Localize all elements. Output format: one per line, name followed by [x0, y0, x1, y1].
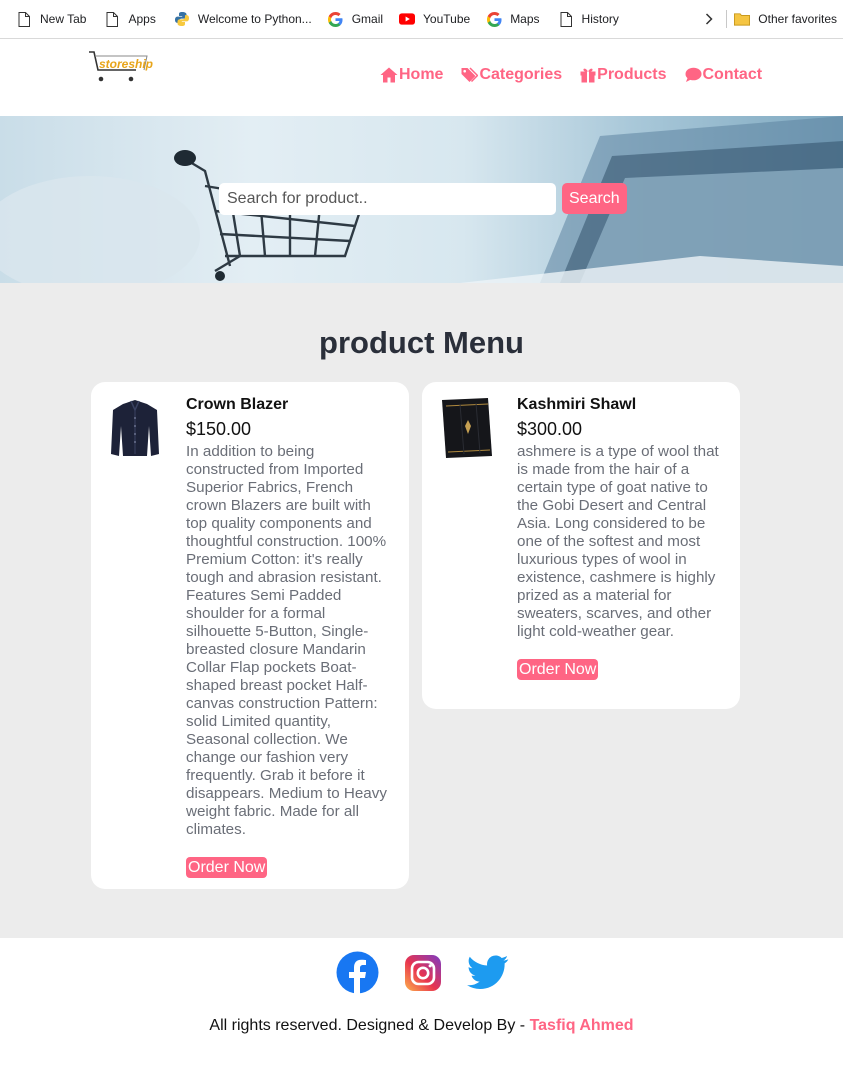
nav-label: Categories [479, 66, 563, 83]
bookmark-gmail[interactable]: Gmail [322, 5, 389, 33]
divider [725, 10, 727, 28]
bookmark-label: Other favorites [758, 12, 837, 26]
nav-categories[interactable]: Categories [461, 66, 562, 84]
chevron-right-icon[interactable] [703, 11, 716, 27]
bookmark-python[interactable]: Welcome to Python... [168, 5, 318, 33]
product-section: product Menu Crown Blazer $150.00 In add… [0, 283, 843, 938]
product-name: Kashmiri Shawl [517, 396, 637, 413]
nav-contact[interactable]: Contact [685, 66, 763, 84]
bookmark-new-tab[interactable]: New Tab [10, 5, 92, 33]
search-input[interactable] [219, 183, 556, 215]
page-icon [16, 11, 32, 27]
bookmark-youtube[interactable]: YouTube [393, 5, 476, 33]
bookmark-label: Welcome to Python... [197, 12, 312, 26]
home-icon [380, 67, 398, 83]
bookmark-label: Apps [128, 12, 156, 26]
bookmark-label: History [581, 12, 619, 26]
product-name: Crown Blazer [186, 396, 289, 413]
blazer-image [107, 396, 163, 460]
youtube-icon [399, 11, 416, 27]
product-details: Crown Blazer $150.00 In addition to bein… [186, 395, 391, 878]
nav-label: Home [399, 66, 444, 83]
twitter-icon[interactable] [466, 951, 509, 994]
shawl-image [438, 396, 494, 460]
section-title: product Menu [319, 325, 524, 360]
storeship-logo[interactable]: storeship [87, 49, 155, 85]
product-description: In addition to being constructed from Im… [186, 443, 387, 838]
python-icon [174, 11, 190, 27]
site-header: storeship Home Categories Products Conta… [0, 39, 843, 116]
copyright-text: All rights reserved. Designed & Develop … [0, 1017, 843, 1035]
author-name[interactable]: Tasfiq Ahmed [530, 1017, 634, 1034]
product-card: Crown Blazer $150.00 In addition to bein… [91, 382, 409, 889]
facebook-icon[interactable] [336, 951, 379, 994]
page-icon [104, 11, 120, 27]
bookmark-other-favorites[interactable]: Other favorites [732, 5, 843, 33]
order-now-button[interactable]: Order Now [517, 659, 599, 680]
order-now-button[interactable]: Order Now [186, 857, 268, 878]
comment-icon [685, 67, 701, 82]
product-details: Kashmiri Shawl $300.00 ashmere is a type… [517, 395, 722, 680]
search-button[interactable]: Search [562, 183, 627, 214]
bookmark-label: New Tab [40, 12, 87, 26]
nav-label: Products [597, 66, 667, 83]
product-card: Kashmiri Shawl $300.00 ashmere is a type… [422, 382, 740, 709]
page-icon [558, 11, 574, 27]
bookmark-label: Gmail [351, 12, 384, 26]
bookmarks-bar: New Tab Apps Welcome to Python... Gmail … [0, 0, 843, 39]
site-footer: All rights reserved. Designed & Develop … [0, 938, 843, 1085]
folder-icon [734, 11, 751, 27]
google-icon [328, 11, 344, 27]
instagram-icon[interactable] [401, 951, 444, 994]
main-nav: Home Categories Products Contact [380, 66, 762, 84]
nav-products[interactable]: Products [580, 66, 667, 84]
logo-text: storeship [99, 57, 153, 71]
search-bar: Search [219, 183, 627, 215]
copyright-label: All rights reserved. Designed & Develop … [209, 1017, 530, 1034]
product-price: $300.00 [517, 419, 583, 439]
bookmark-apps[interactable]: Apps [98, 5, 161, 33]
social-links [336, 951, 509, 994]
nav-home[interactable]: Home [380, 66, 443, 84]
bookmark-label: YouTube [423, 12, 471, 26]
product-price: $150.00 [186, 419, 252, 439]
hero-banner: Search [0, 116, 843, 283]
tag-icon [461, 67, 479, 83]
google-icon [486, 11, 502, 27]
gift-icon [580, 68, 596, 83]
bookmark-maps[interactable]: Maps [480, 5, 545, 33]
nav-label: Contact [702, 66, 763, 83]
product-description: ashmere is a type of wool that is made f… [517, 443, 719, 640]
bookmark-label: Maps [510, 12, 540, 26]
bookmark-history[interactable]: History [552, 5, 625, 33]
